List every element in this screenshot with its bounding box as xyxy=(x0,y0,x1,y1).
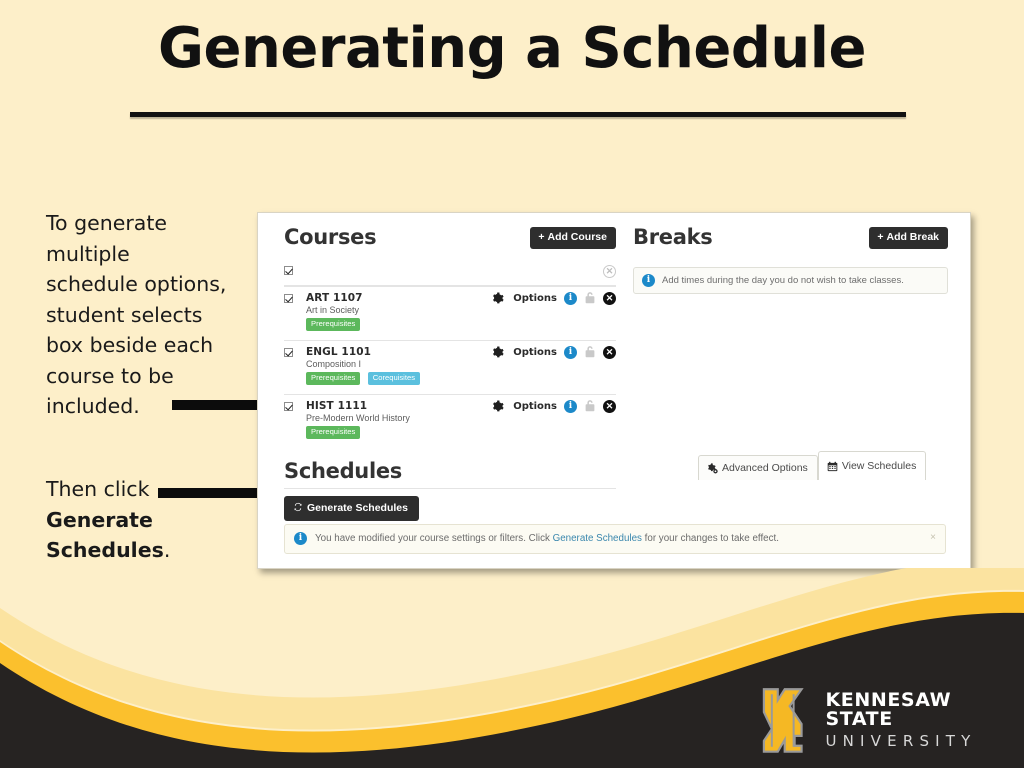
schedules-title: Schedules xyxy=(284,459,402,483)
gears-icon xyxy=(708,463,718,474)
tab-advanced-options-label: Advanced Options xyxy=(722,462,808,475)
remove-course-icon[interactable]: ✕ xyxy=(603,345,616,359)
select-all-checkbox[interactable] xyxy=(284,266,293,275)
add-break-label: Add Break xyxy=(886,231,939,243)
options-label[interactable]: Options xyxy=(513,347,557,358)
course-checkbox[interactable] xyxy=(284,294,293,303)
caption-line: included. xyxy=(46,394,140,418)
prerequisites-badge[interactable]: Prerequisites xyxy=(306,372,361,385)
options-label[interactable]: Options xyxy=(513,293,557,304)
course-badges: Prerequisites Corequisites xyxy=(306,372,616,390)
course-name: Art in Society xyxy=(306,305,360,315)
remove-all-icon-wrap[interactable]: ✕ xyxy=(603,265,616,278)
course-name: Composition I xyxy=(306,359,362,369)
notification-banner: i You have modified your course settings… xyxy=(284,524,946,554)
add-course-label: Add Course xyxy=(547,231,607,243)
caption-line: course to be xyxy=(46,363,174,388)
options-label[interactable]: Options xyxy=(513,401,557,412)
breaks-title: Breaks xyxy=(633,225,713,249)
ksu-name-line2: UNIVERSITY xyxy=(825,732,977,750)
pointer-arrow-checkbox xyxy=(172,393,281,417)
calendar-icon xyxy=(827,461,838,472)
breaks-info-box: i Add times during the day you do not wi… xyxy=(633,267,948,294)
caption-line: box beside each xyxy=(46,333,214,357)
sync-icon xyxy=(294,502,302,512)
table-row: ART 1107 Art in Society Prerequisites Op… xyxy=(284,286,616,340)
remove-course-icon[interactable]: ✕ xyxy=(603,291,616,305)
unlock-icon[interactable] xyxy=(584,291,596,305)
caption-period: . xyxy=(163,538,171,562)
caption-select-courses: To generate multiple schedule options, s… xyxy=(46,208,246,422)
ksu-wordmark: KENNESAW STATE UNIVERSITY xyxy=(825,691,1024,749)
breaks-info-text: Add times during the day you do not wish… xyxy=(662,275,904,286)
course-list: ✕ ART 1107 Art in Society Prerequisites … xyxy=(284,265,616,448)
info-icon[interactable]: i xyxy=(564,291,577,305)
prerequisites-badge[interactable]: Prerequisites xyxy=(306,318,361,331)
courses-title: Courses xyxy=(284,225,377,249)
caption-bold-line: Generate xyxy=(46,507,153,532)
caption-line: schedule options, xyxy=(46,272,227,296)
notification-text: You have modified your course settings o… xyxy=(315,533,779,544)
caption-bold-line: Schedules xyxy=(46,538,164,562)
ksu-logo: KENNESAW STATE UNIVERSITY xyxy=(752,684,1024,756)
plus-icon: + xyxy=(877,231,884,243)
course-name: Pre-Modern World History xyxy=(306,413,410,423)
plus-icon: + xyxy=(538,231,545,243)
prerequisites-badge[interactable]: Prerequisites xyxy=(306,426,361,439)
scheduler-app-panel: Courses + Add Course ✕ ART 1107 Art in So… xyxy=(257,212,971,569)
courses-section: Courses + Add Course ✕ ART 1107 Art in So… xyxy=(284,225,616,521)
course-checkbox[interactable] xyxy=(284,348,293,357)
x-circle-icon: ✕ xyxy=(603,265,616,278)
caption-line: To generate xyxy=(46,211,167,235)
tab-advanced-options[interactable]: Advanced Options xyxy=(698,455,818,480)
tab-bar: Advanced Options View Schedules xyxy=(698,451,927,480)
breaks-section: Breaks + Add Break i Add times during the… xyxy=(633,225,948,294)
tab-view-schedules[interactable]: View Schedules xyxy=(817,451,927,480)
schedules-divider xyxy=(284,488,616,489)
caption-line: multiple xyxy=(46,241,130,266)
corequisites-badge[interactable]: Corequisites xyxy=(367,372,420,385)
gear-icon[interactable] xyxy=(491,291,504,305)
schedules-section: Schedules Generate Schedules xyxy=(284,459,616,521)
notification-text-after: for your changes to take effect. xyxy=(641,533,779,544)
row-actions: Options i ✕ xyxy=(491,291,616,305)
table-row: HIST 1111 Pre-Modern World History Prere… xyxy=(284,394,616,448)
title-divider xyxy=(130,112,906,117)
caption-line: student selects xyxy=(46,302,203,327)
info-icon: i xyxy=(294,532,307,545)
generate-schedules-button[interactable]: Generate Schedules xyxy=(284,496,419,521)
course-list-header-row: ✕ xyxy=(284,265,616,286)
info-icon[interactable]: i xyxy=(564,399,577,413)
pointer-arrow-generate xyxy=(158,481,279,505)
gear-icon[interactable] xyxy=(491,345,504,359)
course-badges: Prerequisites xyxy=(306,318,616,336)
course-badges: Prerequisites xyxy=(306,426,616,444)
course-checkbox[interactable] xyxy=(284,402,293,411)
remove-course-icon[interactable]: ✕ xyxy=(603,399,616,413)
courses-header: Courses + Add Course xyxy=(284,225,616,259)
table-row: ENGL 1101 Composition I Prerequisites Co… xyxy=(284,340,616,394)
breaks-header: Breaks + Add Break xyxy=(633,225,948,259)
notification-link[interactable]: Generate Schedules xyxy=(553,533,642,544)
tab-view-schedules-label: View Schedules xyxy=(841,460,917,473)
caption-line: Then click xyxy=(46,477,150,501)
row-actions: Options i ✕ xyxy=(491,345,616,359)
ksu-monogram-icon xyxy=(762,688,804,753)
generate-schedules-label: Generate Schedules xyxy=(307,502,408,514)
info-icon: i xyxy=(642,274,655,287)
gear-icon[interactable] xyxy=(491,399,504,413)
notification-text-before: You have modified your course settings o… xyxy=(315,533,553,544)
row-actions: Options i ✕ xyxy=(491,399,616,413)
unlock-icon[interactable] xyxy=(584,399,596,413)
unlock-icon[interactable] xyxy=(584,345,596,359)
close-icon[interactable]: × xyxy=(930,532,936,543)
add-break-button[interactable]: + Add Break xyxy=(869,227,948,249)
page-title: Generating a Schedule xyxy=(158,16,866,81)
ksu-name-line1: KENNESAW STATE xyxy=(825,689,952,730)
add-course-button[interactable]: + Add Course xyxy=(530,227,616,249)
info-icon[interactable]: i xyxy=(564,345,577,359)
